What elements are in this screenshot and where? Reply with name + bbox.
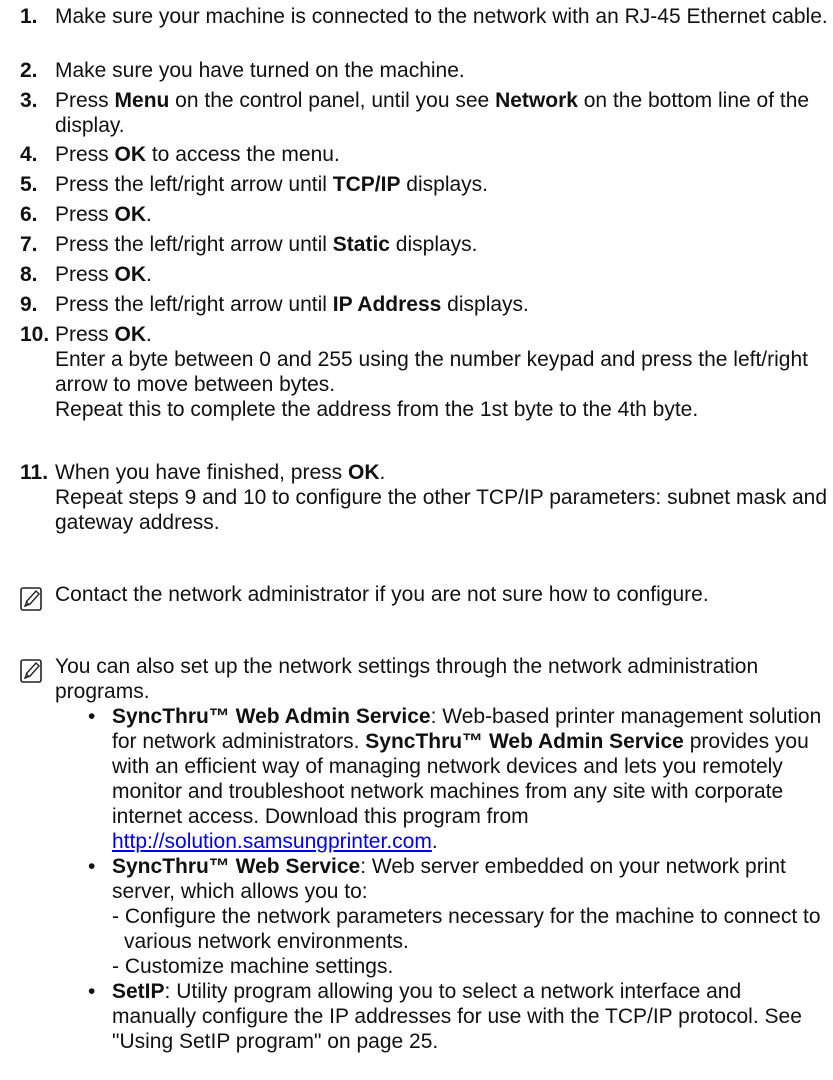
step-item: 6. Press OK.: [20, 202, 833, 227]
download-link[interactable]: http://solution.samsungprinter.com: [112, 830, 432, 853]
text-run: Press: [55, 263, 115, 286]
note-pencil-icon: [20, 587, 42, 611]
text-run: Press the left/right arrow until: [55, 173, 333, 196]
step-item: 9. Press the left/right arrow until IP Ad…: [20, 292, 833, 317]
step-text: Make sure you have turned on the machine…: [55, 58, 833, 83]
step-text: Press OK.: [55, 262, 833, 287]
bold-term: SyncThru™ Web Service: [112, 855, 361, 878]
text-run: When you have finished, press: [55, 461, 348, 484]
note-box-2: You can also set up the network settings…: [20, 654, 830, 1054]
step-item: 4. Press OK to access the menu.: [20, 142, 833, 167]
program-description: SyncThru™ Web Admin Service: Web-based p…: [112, 704, 830, 854]
step-text: Press Menu on the control panel, until y…: [55, 88, 833, 138]
note-box-1: Contact the network administrator if you…: [20, 582, 830, 611]
bold-term: Static: [332, 233, 390, 256]
step-detail: Repeat this to complete the address from…: [55, 398, 699, 421]
step-item: 7. Press the left/right arrow until Stati…: [20, 232, 833, 257]
program-description: SyncThru™ Web Service: Web server embedd…: [112, 854, 830, 904]
bold-term: OK: [114, 323, 147, 346]
step-item: 5. Press the left/right arrow until TCP/I…: [20, 172, 833, 197]
bullet-mark: •: [88, 855, 96, 878]
capability-item: - Customize machine settings.: [112, 954, 830, 979]
step-item: 10. Press OK. Enter a byte between 0 and 2…: [20, 322, 833, 422]
note-2-content: You can also set up the network settings…: [20, 654, 830, 1054]
bold-term: SyncThru™ Web Admin Service: [112, 705, 431, 728]
programs-list: • SyncThru™ Web Admin Service: Web-based …: [55, 704, 830, 1054]
program-description: SetIP: Utility program allowing you to s…: [112, 979, 830, 1054]
step-text: Press OK to access the menu.: [55, 142, 833, 167]
step-number: 5.: [20, 173, 38, 196]
step-text: Press the left/right arrow until IP Addr…: [55, 292, 833, 317]
step-number: 9.: [20, 293, 38, 316]
step-number: 1.: [20, 5, 38, 28]
step-number: 6.: [20, 203, 38, 226]
text-run: : Utility program allowing you to select…: [112, 980, 802, 1053]
step-text: Press the left/right arrow until TCP/IP …: [55, 172, 833, 197]
text-run: Press: [55, 203, 115, 226]
note-pencil-icon: [20, 659, 42, 683]
step-detail: Repeat steps 9 and 10 to configure the o…: [55, 486, 828, 534]
text-run: .: [146, 323, 152, 346]
text-run: displays.: [400, 173, 489, 196]
capability-item: - Configure the network parameters neces…: [112, 904, 830, 954]
step-item: 8. Press OK.: [20, 262, 833, 287]
bold-term: SetIP: [112, 980, 165, 1003]
step-text: Press OK.: [55, 322, 833, 347]
bold-term: OK: [114, 143, 147, 166]
step-text: Make sure your machine is connected to t…: [55, 4, 833, 29]
bold-term: SyncThru™ Web Admin Service: [365, 730, 684, 753]
text-run: .: [431, 830, 438, 853]
text-run: Press: [55, 323, 115, 346]
step-text: When you have finished, press OK.: [55, 460, 833, 485]
step-number: 11.: [20, 461, 49, 484]
bold-term: OK: [114, 263, 147, 286]
note-2-intro: You can also set up the network settings…: [55, 655, 759, 703]
bold-term: OK: [348, 461, 380, 484]
step-item: 11. When you have finished, press OK. Repe…: [20, 460, 833, 535]
text-run: Press: [55, 89, 115, 112]
text-run: .: [146, 203, 152, 226]
text-run: displays.: [389, 233, 478, 256]
step-text: Press OK.: [55, 202, 833, 227]
step-number: 2.: [20, 59, 38, 82]
bullet-mark: •: [88, 705, 96, 728]
step-text: Press the left/right arrow until Static …: [55, 232, 833, 257]
text-run: .: [379, 461, 386, 484]
capability-text: - Customize machine settings.: [112, 955, 394, 978]
step-item: 2. Make sure you have turned on the machi…: [20, 58, 833, 83]
text-run: Make sure your machine is connected to t…: [55, 5, 828, 28]
step-item: 3. Press Menu on the control panel, until…: [20, 88, 833, 138]
step-number: 8.: [20, 263, 38, 286]
step-number: 3.: [20, 89, 38, 112]
bold-term: Menu: [114, 89, 170, 112]
capability-text: - Configure the network parameters neces…: [112, 905, 821, 953]
text-run: on the control panel, until you see: [169, 89, 496, 112]
bold-term: IP Address: [332, 293, 442, 316]
bold-term: OK: [114, 203, 147, 226]
text-run: .: [146, 263, 152, 286]
text-run: Make sure you have turned on the machine…: [55, 59, 465, 82]
text-run: Press the left/right arrow until: [55, 233, 333, 256]
bullet-mark: •: [88, 980, 96, 1003]
step-detail: Enter a byte between 0 and 255 using the…: [55, 348, 808, 396]
text-run: to access the menu.: [146, 143, 340, 166]
step-number: 7.: [20, 233, 38, 256]
step-number: 10.: [20, 323, 50, 346]
text-run: displays.: [441, 293, 529, 316]
program-item: • SyncThru™ Web Admin Service: Web-based …: [88, 704, 830, 854]
program-item: • SyncThru™ Web Service: Web server embed…: [88, 854, 830, 979]
text-run: Press: [55, 143, 115, 166]
step-item: 1. Make sure your machine is connected to…: [20, 4, 833, 29]
text-run: Press the left/right arrow until: [55, 293, 333, 316]
program-item: • SetIP: Utility program allowing you to …: [88, 979, 830, 1054]
bold-term: TCP/IP: [332, 173, 401, 196]
note-1-text: Contact the network administrator if you…: [55, 583, 709, 606]
bold-term: Network: [495, 89, 578, 112]
step-number: 4.: [20, 143, 38, 166]
